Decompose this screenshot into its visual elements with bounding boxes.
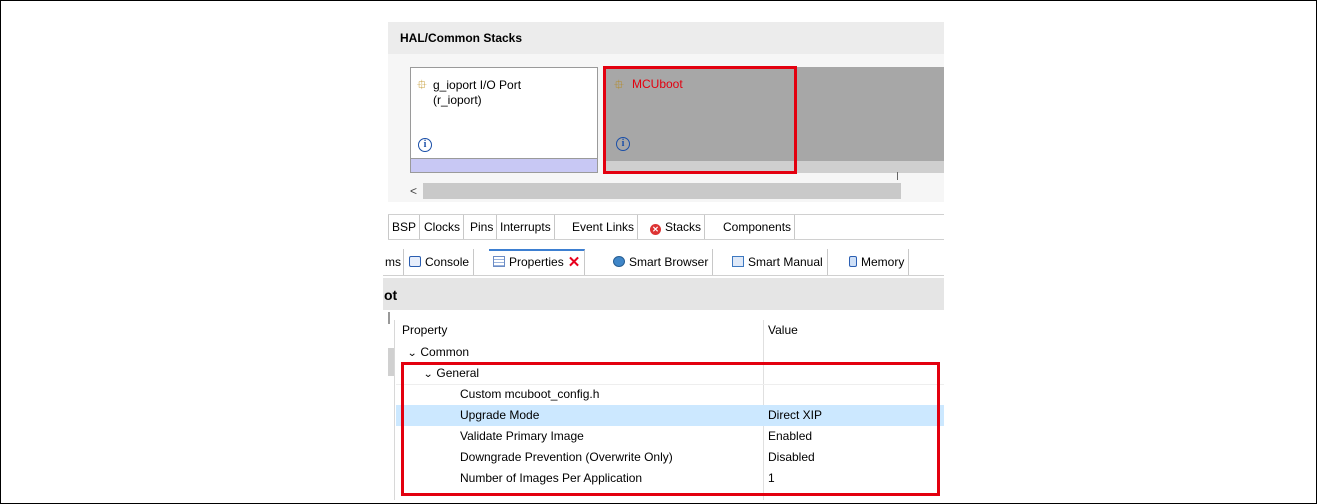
connector-tick (897, 172, 898, 180)
tab-clocks[interactable]: Clocks (421, 215, 465, 239)
tab-components[interactable]: Components (720, 215, 796, 239)
info-icon[interactable]: i (418, 138, 432, 152)
properties-header-title: ot (384, 287, 398, 303)
tab-smart-browser-label: Smart Browser (629, 255, 709, 269)
tab-memory[interactable]: Memory (845, 249, 910, 275)
view-tab-bar: ms Console Properties ✕ Smart Browser Sma… (383, 249, 944, 276)
tab-memory-label: Memory (861, 255, 905, 269)
scroll-left-arrow[interactable]: < (410, 184, 417, 198)
stack-card-ioport[interactable]: ⯐ g_ioport I/O Port (r_ioport) i (410, 67, 598, 173)
tab-event-links[interactable]: Event Links (569, 215, 639, 239)
properties-header (383, 278, 944, 310)
tab-properties[interactable]: Properties ✕ (489, 249, 586, 275)
table-header-row: Property Value (396, 320, 944, 341)
highlight-box-general (401, 362, 940, 496)
tab-bsp[interactable]: BSP (388, 215, 421, 239)
vertical-scrollbar-thumb[interactable] (388, 348, 394, 376)
chevron-down-icon[interactable]: ⌄ (407, 343, 417, 364)
tab-console-label: Console (425, 255, 470, 269)
tab-console[interactable]: Console (405, 249, 475, 275)
horizontal-scrollbar-thumb[interactable] (423, 183, 901, 199)
tab-stacks[interactable]: ✕ Stacks (647, 215, 706, 239)
tab-stacks-label: Stacks (665, 220, 702, 234)
tab-interrupts[interactable]: Interrupts (497, 215, 555, 239)
tab-smart-manual[interactable]: Smart Manual (728, 249, 828, 275)
stacks-title: HAL/Common Stacks (400, 31, 523, 45)
tab-smart-browser[interactable]: Smart Browser (609, 249, 714, 275)
smart-manual-icon (732, 256, 744, 267)
card-title-line2: (r_ioport) (433, 93, 482, 107)
tab-smart-manual-label: Smart Manual (748, 255, 823, 269)
panel-left-edge (394, 320, 395, 500)
highlight-box-mcuboot (603, 66, 797, 174)
tree-label-common: Common (420, 345, 470, 359)
editor-tab-bar: BSP Clocks Pins Interrupts Event Links ✕… (388, 214, 944, 240)
tab-partial-problems[interactable]: ms (383, 249, 404, 275)
card-title-line1: g_ioport I/O Port (433, 78, 522, 92)
smart-browser-icon (613, 256, 625, 267)
console-icon (409, 256, 421, 267)
tab-pins[interactable]: Pins (467, 215, 498, 239)
properties-icon (493, 256, 505, 267)
column-header-property[interactable]: Property (402, 320, 447, 341)
close-icon[interactable]: ✕ (568, 254, 581, 271)
error-icon: ✕ (650, 224, 661, 235)
card-status-bar (411, 158, 597, 172)
memory-icon (849, 256, 857, 267)
panel-divider (388, 312, 390, 324)
tab-properties-label: Properties (509, 255, 564, 269)
column-header-value[interactable]: Value (768, 320, 798, 341)
module-icon: ⯐ (417, 77, 427, 92)
tree-row-common[interactable]: ⌄ Common (396, 342, 944, 363)
